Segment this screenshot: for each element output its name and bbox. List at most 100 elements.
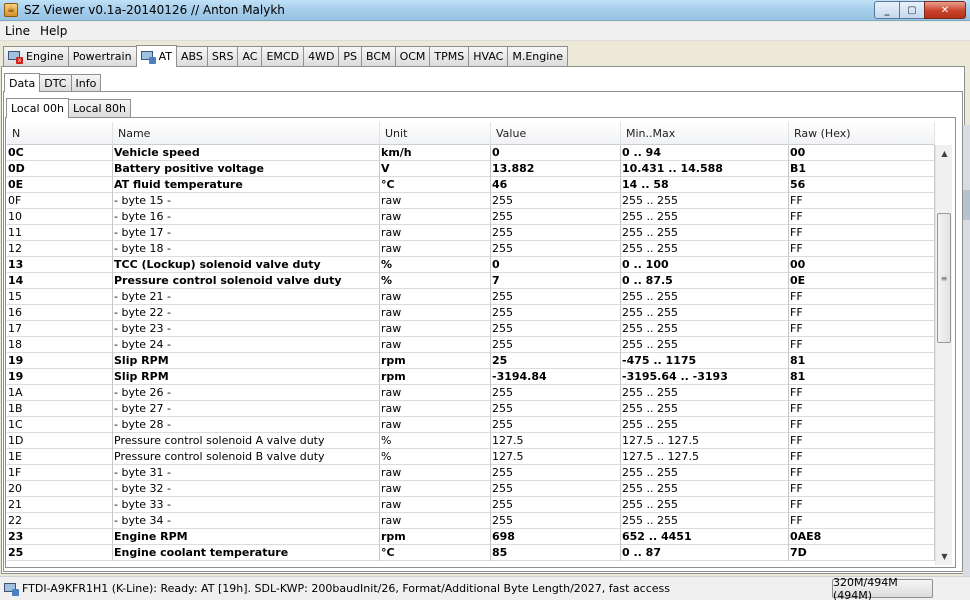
table-vertical-scrollbar[interactable]: ▲ ≡ ▼ bbox=[935, 145, 952, 565]
column-header-raw[interactable]: Raw (Hex) bbox=[789, 122, 935, 145]
cell-value: 255 bbox=[491, 289, 621, 305]
tab-4wd[interactable]: 4WD bbox=[303, 46, 340, 66]
tab-emcd[interactable]: EMCD bbox=[261, 46, 305, 66]
table-row[interactable]: 1C - byte 28 - raw 255 255 .. 255 FF bbox=[7, 417, 935, 433]
table-row[interactable]: 0C Vehicle speed km/h 0 0 .. 94 00 bbox=[7, 145, 935, 161]
maximize-button[interactable]: ▢ bbox=[899, 1, 925, 19]
column-header-name[interactable]: Name bbox=[113, 122, 380, 145]
cell-name: Slip RPM bbox=[113, 353, 380, 369]
tab-powertrain[interactable]: Powertrain bbox=[67, 46, 137, 66]
table-row[interactable]: 16- byte 22 - raw 255 255 .. 255 FF bbox=[7, 305, 935, 321]
table-row[interactable]: 1D Pressure control solenoid A valve duty… bbox=[7, 433, 935, 449]
cell-unit: raw bbox=[380, 417, 491, 433]
table-row[interactable]: 10- byte 16 - raw 255 255 .. 255 FF bbox=[7, 209, 935, 225]
table-row[interactable]: 1A - byte 26 - raw 255 255 .. 255 FF bbox=[7, 385, 935, 401]
column-header-unit[interactable]: Unit bbox=[380, 122, 491, 145]
cell-name: - byte 18 - bbox=[113, 241, 380, 257]
cell-name: - byte 33 - bbox=[113, 497, 380, 513]
cell-minmax: 255 .. 255 bbox=[621, 401, 789, 417]
scroll-up-arrow-icon[interactable]: ▲ bbox=[936, 145, 953, 162]
menu-line[interactable]: Line bbox=[0, 24, 35, 38]
table-row[interactable]: 0D Battery positive voltage V 13.882 10.431 … bbox=[7, 161, 935, 177]
table-row[interactable]: 17- byte 23 - raw 255 255 .. 255 FF bbox=[7, 321, 935, 337]
cell-n: 11 bbox=[7, 225, 113, 241]
cell-n: 0C bbox=[7, 145, 113, 161]
cell-n: 18 bbox=[7, 337, 113, 353]
table-row[interactable]: 20- byte 32 - raw 255 255 .. 255 FF bbox=[7, 481, 935, 497]
table-row[interactable]: 1B - byte 27 - raw 255 255 .. 255 FF bbox=[7, 401, 935, 417]
cell-name: AT fluid temperature bbox=[113, 177, 380, 193]
table-row[interactable]: 22- byte 34 - raw 255 255 .. 255 FF bbox=[7, 513, 935, 529]
tab-engine[interactable]: x Engine bbox=[3, 46, 69, 66]
cell-value: 255 bbox=[491, 193, 621, 209]
table-row[interactable]: 12- byte 18 - raw 255 255 .. 255 FF bbox=[7, 241, 935, 257]
tab-srs[interactable]: SRS bbox=[206, 46, 239, 66]
cell-minmax: 0 .. 87 bbox=[621, 545, 789, 561]
cell-unit: raw bbox=[380, 193, 491, 209]
cell-raw: FF bbox=[789, 513, 935, 529]
table-row[interactable]: 15- byte 21 - raw 255 255 .. 255 FF bbox=[7, 289, 935, 305]
table-row[interactable]: 1F - byte 31 - raw 255 255 .. 255 FF bbox=[7, 465, 935, 481]
column-header-value[interactable]: Value bbox=[491, 122, 621, 145]
table-row[interactable]: 1E Pressure control solenoid B valve duty… bbox=[7, 449, 935, 465]
cell-n: 0E bbox=[7, 177, 113, 193]
table-row[interactable]: 19 Slip RPM rpm -3194.84 -3195.64 .. -3193 81 bbox=[7, 369, 935, 385]
tab-data[interactable]: Data bbox=[4, 73, 41, 92]
cell-minmax: 652 .. 4451 bbox=[621, 529, 789, 545]
table-row[interactable]: 14 Pressure control solenoid valve duty% 7… bbox=[7, 273, 935, 289]
tab-abs[interactable]: ABS bbox=[175, 46, 208, 66]
scroll-thumb[interactable]: ≡ bbox=[937, 213, 951, 343]
cell-minmax: 255 .. 255 bbox=[621, 241, 789, 257]
tab-hvac[interactable]: HVAC bbox=[468, 46, 509, 66]
tab-ps[interactable]: PS bbox=[338, 46, 363, 66]
column-header-n[interactable]: N bbox=[7, 122, 113, 145]
cell-name: - byte 21 - bbox=[113, 289, 380, 305]
tab-ocm[interactable]: OCM bbox=[394, 46, 431, 66]
cell-raw: FF bbox=[789, 337, 935, 353]
tab-m-engine[interactable]: M.Engine bbox=[507, 46, 569, 66]
tab-at[interactable]: AT bbox=[135, 45, 177, 67]
cell-minmax: 127.5 .. 127.5 bbox=[621, 449, 789, 465]
cell-minmax: 255 .. 255 bbox=[621, 417, 789, 433]
table-row[interactable]: 21- byte 33 - raw 255 255 .. 255 FF bbox=[7, 497, 935, 513]
table-row[interactable]: 0E AT fluid temperature °C 46 14 .. 58 56 bbox=[7, 177, 935, 193]
cell-name: Vehicle speed bbox=[113, 145, 380, 161]
tab-dtc[interactable]: DTC bbox=[39, 74, 72, 91]
tab-tpms[interactable]: TPMS bbox=[429, 46, 470, 66]
cell-raw: FF bbox=[789, 433, 935, 449]
cell-unit: % bbox=[380, 257, 491, 273]
table-row[interactable]: 13 TCC (Lockup) solenoid valve duty% 0 0 ..… bbox=[7, 257, 935, 273]
scroll-down-arrow-icon[interactable]: ▼ bbox=[936, 548, 953, 565]
tab-local-00h[interactable]: Local 00h bbox=[6, 98, 69, 118]
cell-unit: °C bbox=[380, 545, 491, 561]
table-row[interactable]: 18- byte 24 - raw 255 255 .. 255 FF bbox=[7, 337, 935, 353]
table-row[interactable]: 11- byte 17 - raw 255 255 .. 255 FF bbox=[7, 225, 935, 241]
table-row[interactable]: 25 Engine coolant temperature °C 85 0 .. 87 7… bbox=[7, 545, 935, 561]
tab-local-80h[interactable]: Local 80h bbox=[67, 99, 131, 117]
cell-minmax: 14 .. 58 bbox=[621, 177, 789, 193]
cell-value: 255 bbox=[491, 465, 621, 481]
cell-n: 21 bbox=[7, 497, 113, 513]
cell-minmax: 255 .. 255 bbox=[621, 209, 789, 225]
cell-name: Engine RPM bbox=[113, 529, 380, 545]
column-header-minmax[interactable]: Min..Max bbox=[621, 122, 789, 145]
cell-value: 255 bbox=[491, 385, 621, 401]
menu-help[interactable]: Help bbox=[35, 24, 72, 38]
memory-indicator-button[interactable]: 320M/494M (494M) bbox=[832, 576, 933, 600]
tab-bcm[interactable]: BCM bbox=[361, 46, 396, 66]
cell-unit: raw bbox=[380, 481, 491, 497]
cell-unit: rpm bbox=[380, 353, 491, 369]
tab-ac[interactable]: AC bbox=[237, 46, 263, 66]
table-row[interactable]: 0F - byte 15 - raw 255 255 .. 255 FF bbox=[7, 193, 935, 209]
cell-minmax: 255 .. 255 bbox=[621, 513, 789, 529]
cell-name: Battery positive voltage bbox=[113, 161, 380, 177]
cell-value: 255 bbox=[491, 209, 621, 225]
tab-engine-label: Engine bbox=[26, 50, 64, 63]
cell-raw: FF bbox=[789, 225, 935, 241]
cell-n: 10 bbox=[7, 209, 113, 225]
minimize-button[interactable]: _ bbox=[874, 1, 900, 19]
table-row[interactable]: 23 Engine RPM rpm 698 652 .. 4451 0AE8 bbox=[7, 529, 935, 545]
table-row[interactable]: 19 Slip RPM rpm 25 -475 .. 1175 81 bbox=[7, 353, 935, 369]
tab-info[interactable]: Info bbox=[70, 74, 102, 91]
close-button[interactable]: ✕ bbox=[924, 1, 966, 19]
